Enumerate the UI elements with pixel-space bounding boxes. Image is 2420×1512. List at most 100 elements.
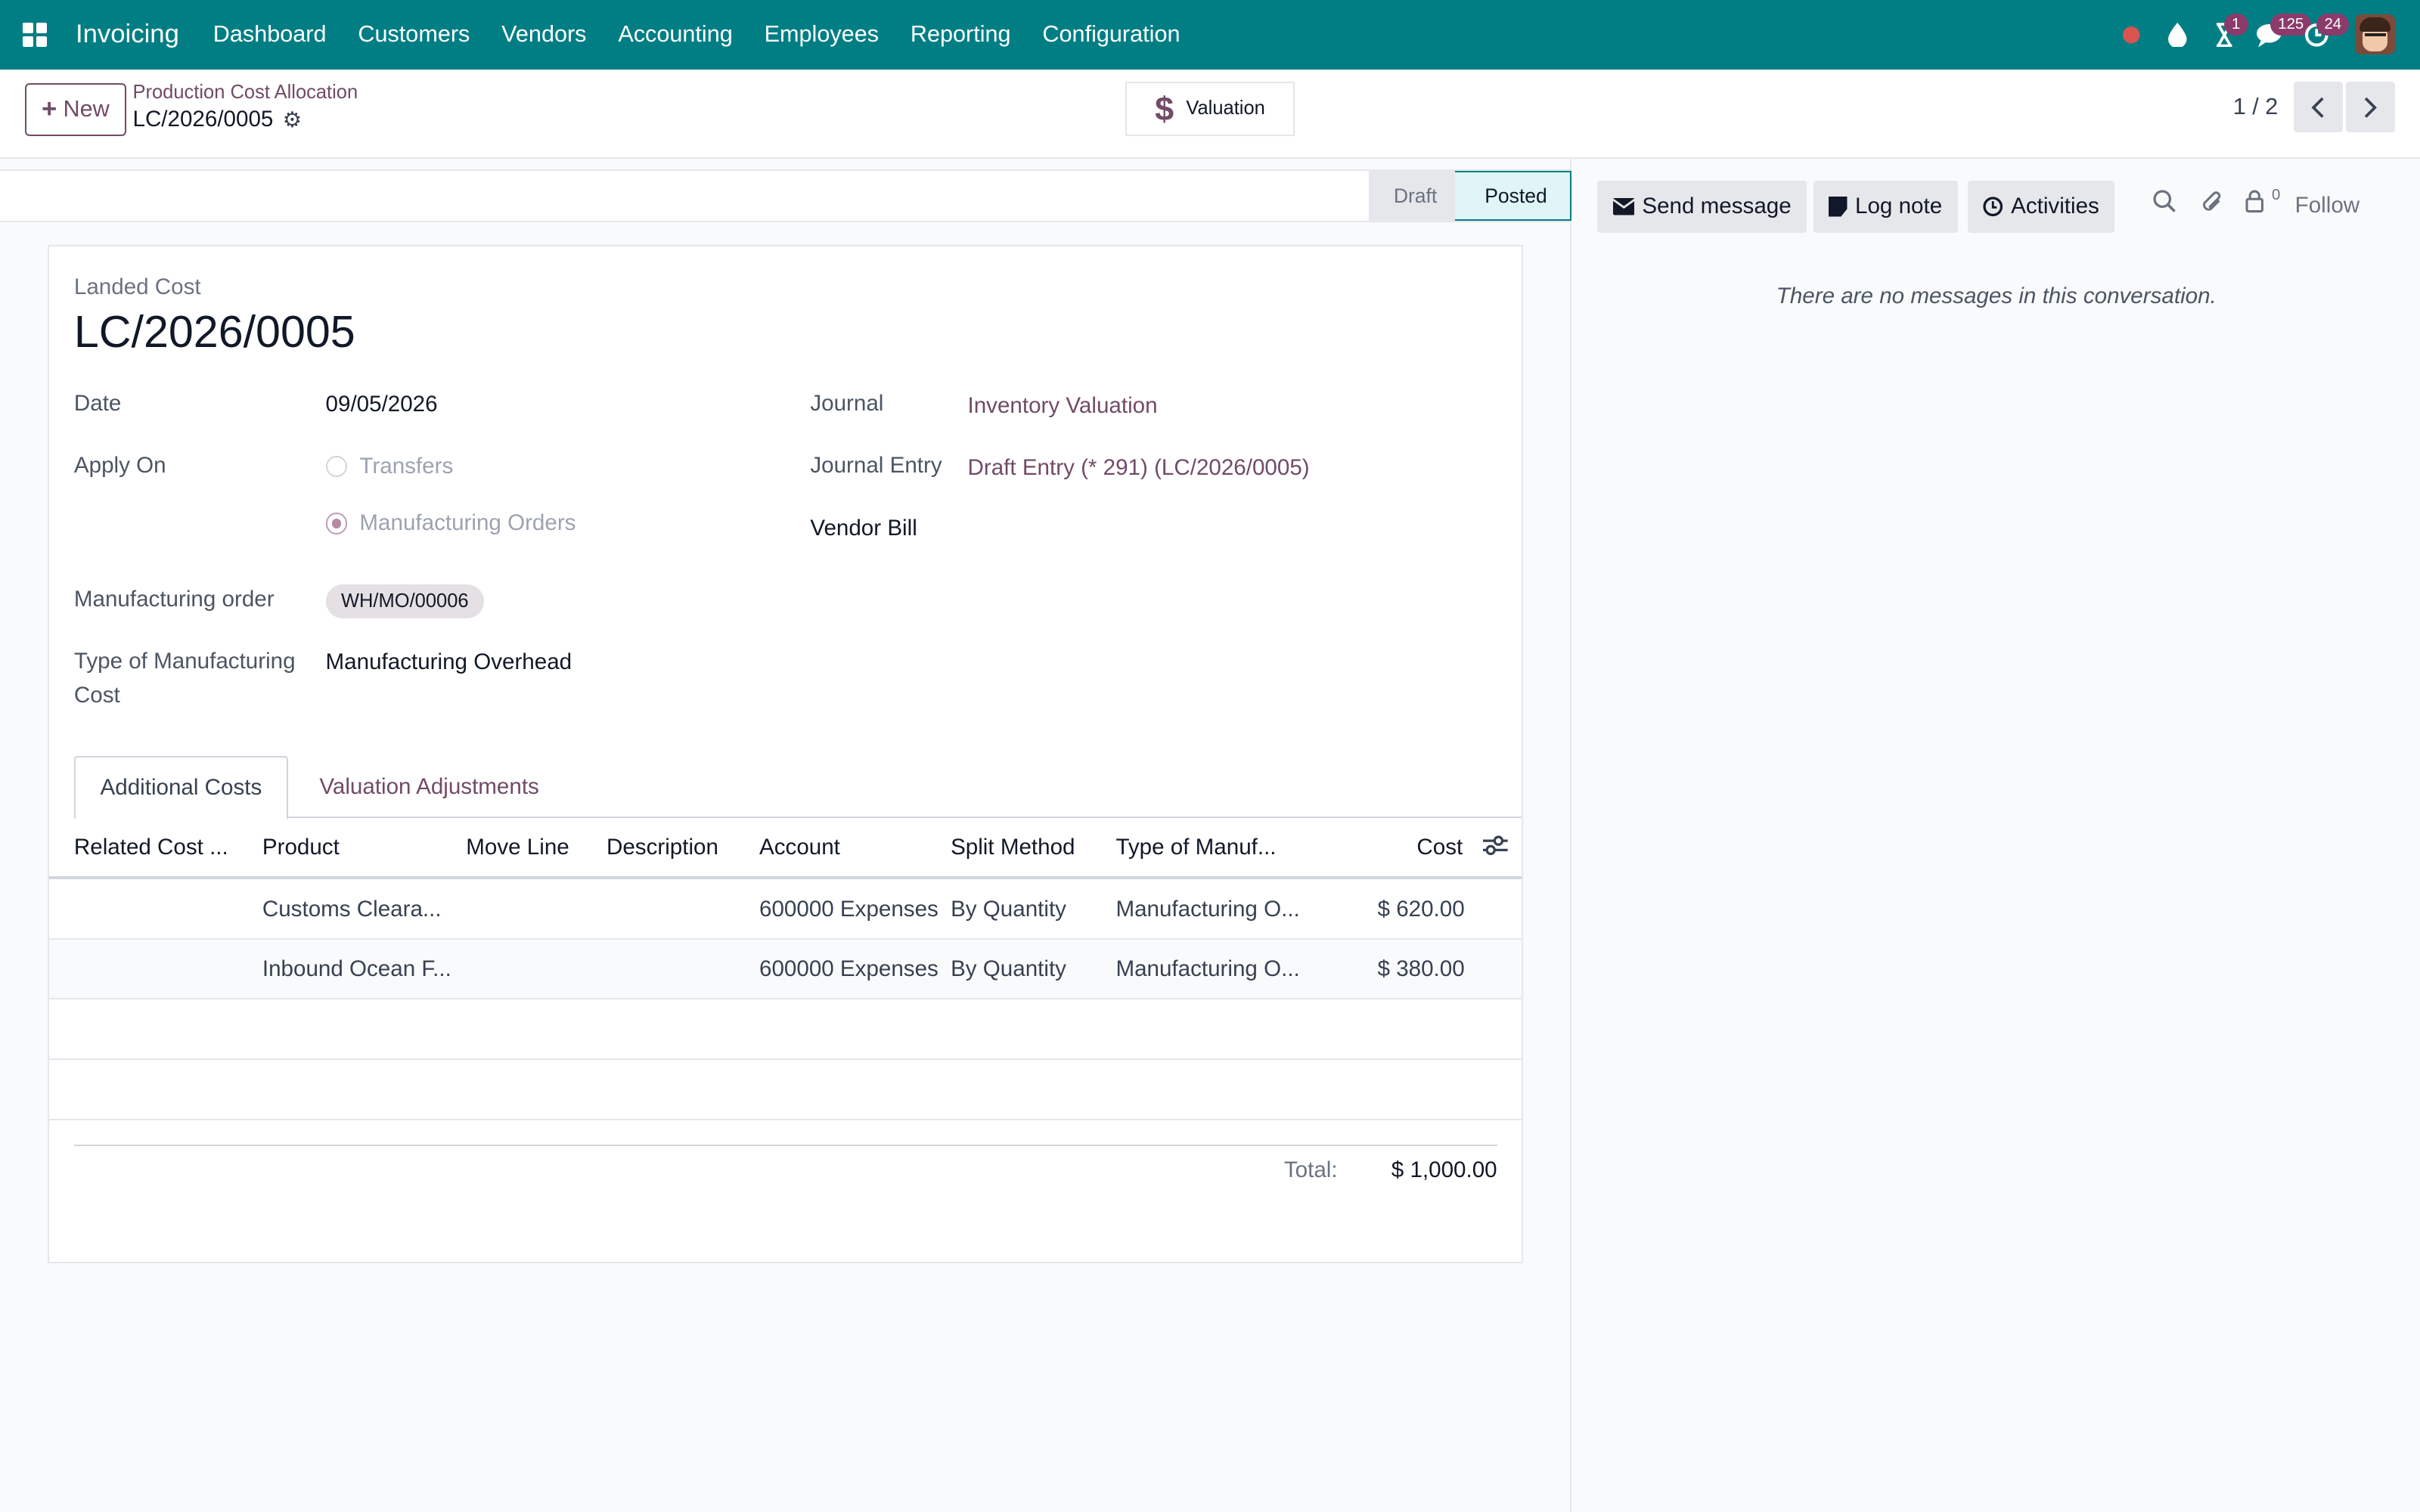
cell-product: Customs Cleara... bbox=[262, 896, 442, 922]
systray: 1 125 24 bbox=[2108, 0, 2420, 70]
radio-transfers-label: Transfers bbox=[359, 453, 454, 479]
cell-account: 600000 Expenses bbox=[759, 896, 939, 922]
hourglass-icon[interactable]: 1 bbox=[2201, 0, 2248, 70]
journal-entry-label: Journal Entry bbox=[810, 452, 942, 478]
journal-label: Journal bbox=[810, 391, 884, 417]
journal-field[interactable]: Inventory Valuation bbox=[968, 393, 1158, 419]
menu-vendors[interactable]: Vendors bbox=[501, 21, 586, 48]
form-area: Draft Posted Landed Cost LC/2026/0005 Da… bbox=[0, 159, 1571, 1512]
col-description[interactable]: Description bbox=[607, 835, 718, 860]
journal-entry-field[interactable]: Draft Entry (* 291) (LC/2026/0005) bbox=[968, 455, 1310, 481]
column-settings-icon[interactable] bbox=[1483, 835, 1508, 863]
table-row[interactable]: Customs Cleara... 600000 Expenses By Qua… bbox=[49, 879, 1522, 940]
new-button[interactable]: + New bbox=[24, 83, 127, 136]
cell-cost: $ 620.00 bbox=[1377, 896, 1465, 922]
user-avatar[interactable] bbox=[2355, 14, 2396, 55]
cost-type-label-line2: Cost bbox=[73, 682, 120, 708]
table-row[interactable]: Inbound Ocean F... 600000 Expenses By Qu… bbox=[49, 939, 1522, 1000]
send-message-button[interactable]: Send message bbox=[1597, 180, 1807, 234]
follower-count: 0 bbox=[2272, 186, 2281, 203]
follow-button[interactable]: Follow bbox=[2295, 193, 2360, 218]
app-brand[interactable]: Invoicing bbox=[76, 20, 179, 49]
gear-icon[interactable]: ⚙ bbox=[283, 107, 302, 133]
dollar-icon: $ bbox=[1155, 88, 1174, 128]
chevron-left-icon[interactable] bbox=[2293, 82, 2343, 133]
col-cost[interactable]: Cost bbox=[1416, 835, 1463, 860]
app-root: Invoicing Dashboard Customers Vendors Ac… bbox=[0, 0, 2420, 1512]
plus-icon: + bbox=[42, 94, 57, 124]
menu-configuration[interactable]: Configuration bbox=[1042, 21, 1180, 48]
menu-employees[interactable]: Employees bbox=[765, 21, 879, 48]
manufacturing-order-label: Manufacturing order bbox=[73, 587, 275, 612]
notebook-tabs: Additional Costs Valuation Adjustments bbox=[73, 755, 1522, 820]
lock-icon[interactable] bbox=[2245, 190, 2264, 219]
manufacturing-order-tag[interactable]: WH/MO/00006 bbox=[325, 584, 484, 619]
activity-badge: 1 bbox=[2223, 14, 2248, 36]
cost-type-label-line1: Type of Manufacturing bbox=[73, 648, 296, 674]
breadcrumb-current-label: LC/2026/0005 bbox=[132, 107, 274, 132]
search-icon[interactable] bbox=[2153, 190, 2176, 219]
radio-transfers[interactable]: Transfers bbox=[325, 453, 454, 479]
col-account[interactable]: Account bbox=[759, 835, 840, 860]
update-clock-icon[interactable]: 24 bbox=[2294, 0, 2350, 70]
menu-dashboard[interactable]: Dashboard bbox=[213, 21, 327, 48]
menu-customers[interactable]: Customers bbox=[358, 21, 470, 48]
new-button-label: New bbox=[63, 96, 110, 122]
record-subtitle: Landed Cost bbox=[73, 274, 201, 300]
tab-valuation-adjustments[interactable]: Valuation Adjustments bbox=[295, 756, 564, 818]
breadcrumb-parent[interactable]: Production Cost Allocation bbox=[133, 82, 358, 104]
col-move-line[interactable]: Move Line bbox=[466, 835, 569, 860]
paperclip-icon[interactable] bbox=[2201, 190, 2224, 221]
menu-reporting[interactable]: Reporting bbox=[911, 21, 1011, 48]
stage-posted[interactable]: Posted bbox=[1455, 171, 1571, 221]
radio-manufacturing-orders[interactable]: Manufacturing Orders bbox=[325, 510, 576, 536]
cell-type: Manufacturing O... bbox=[1115, 956, 1300, 982]
apply-on-label: Apply On bbox=[73, 452, 166, 478]
cost-type-label: Type of Manufacturing Cost bbox=[74, 645, 296, 713]
chevron-right-icon[interactable] bbox=[2346, 82, 2396, 133]
valuation-smart-button[interactable]: $ Valuation bbox=[1125, 82, 1295, 136]
valuation-label: Valuation bbox=[1186, 98, 1265, 119]
activities-button[interactable]: Activities bbox=[1968, 180, 2115, 234]
total-value: $ 1,000.00 bbox=[1391, 1157, 1497, 1182]
date-field[interactable]: 09/05/2026 bbox=[326, 392, 438, 417]
log-note-button[interactable]: Log note bbox=[1813, 180, 1958, 234]
col-related-cost[interactable]: Related Cost ... bbox=[74, 835, 228, 860]
envelope-icon bbox=[1612, 198, 1635, 215]
activities-label: Activities bbox=[2011, 194, 2099, 219]
col-type-of-manuf[interactable]: Type of Manuf... bbox=[1115, 835, 1276, 860]
tab-additional-costs[interactable]: Additional Costs bbox=[73, 755, 288, 820]
menu-accounting[interactable]: Accounting bbox=[618, 21, 732, 48]
clock-icon bbox=[1983, 197, 2003, 217]
recording-dot-icon[interactable] bbox=[2108, 0, 2155, 70]
cost-type-field[interactable]: Manufacturing Overhead bbox=[326, 649, 572, 675]
cell-split-method: By Quantity bbox=[951, 896, 1066, 922]
vendor-bill-label: Vendor Bill bbox=[810, 515, 917, 541]
table-header: Related Cost ... Product Move Line Descr… bbox=[49, 818, 1522, 880]
cost-lines-table: Related Cost ... Product Move Line Descr… bbox=[49, 818, 1522, 1120]
date-label: Date bbox=[73, 391, 122, 417]
updates-badge: 24 bbox=[2316, 14, 2350, 36]
log-note-label: Log note bbox=[1855, 194, 1943, 219]
stage-draft[interactable]: Draft bbox=[1369, 171, 1459, 221]
droplet-icon[interactable] bbox=[2155, 0, 2201, 70]
total-label: Total: bbox=[1283, 1157, 1338, 1182]
app-menu-icon[interactable] bbox=[0, 0, 70, 70]
radio-circle-icon bbox=[325, 455, 348, 478]
pager: 1 / 2 bbox=[2233, 82, 2396, 133]
send-message-label: Send message bbox=[1642, 194, 1792, 219]
cell-split-method: By Quantity bbox=[951, 956, 1066, 982]
col-product[interactable]: Product bbox=[262, 835, 340, 860]
chat-bubbles-icon[interactable]: 125 bbox=[2247, 0, 2312, 70]
cell-cost: $ 380.00 bbox=[1377, 956, 1465, 982]
control-panel: + New Production Cost Allocation LC/2026… bbox=[0, 69, 2420, 160]
breadcrumb-current: LC/2026/0005 ⚙ bbox=[133, 107, 302, 133]
col-split-method[interactable]: Split Method bbox=[951, 835, 1075, 860]
cell-account: 600000 Expenses bbox=[759, 956, 939, 982]
pager-value[interactable]: 1 / 2 bbox=[2233, 94, 2279, 120]
note-icon bbox=[1829, 197, 1848, 217]
empty-conversation-text: There are no messages in this conversati… bbox=[1776, 284, 2217, 309]
empty-row bbox=[49, 999, 1522, 1060]
form-sheet: Landed Cost LC/2026/0005 Date 09/05/2026… bbox=[48, 245, 1524, 1264]
radio-selected-icon bbox=[325, 513, 348, 534]
